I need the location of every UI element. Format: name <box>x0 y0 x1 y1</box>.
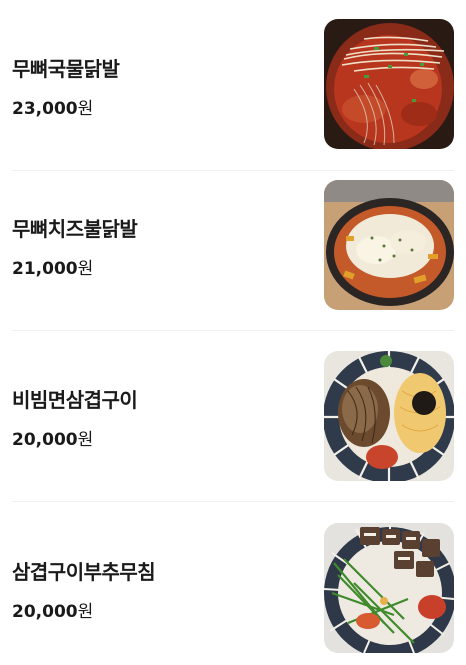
price-amount: 21,000 <box>12 259 78 279</box>
price-amount: 20,000 <box>12 601 78 622</box>
bibim-noodles-pork-photo <box>324 351 454 481</box>
price-amount: 20,000 <box>12 430 78 450</box>
menu-item-price: 21,000원 <box>12 254 137 279</box>
menu-item[interactable]: 삼겹구이부추무침 20,000원 <box>12 502 454 665</box>
menu-item-info: 비빔면삼겹구이 20,000원 <box>12 382 138 450</box>
menu-item-photo[interactable] <box>324 522 454 653</box>
price-amount: 23,000 <box>12 99 78 119</box>
menu-item[interactable]: 비빔면삼겹구이 20,000원 <box>12 331 454 502</box>
menu-item-info: 무뼈국물닭발 23,000원 <box>12 51 120 119</box>
price-unit: 원 <box>77 430 94 450</box>
pork-belly-chive-photo <box>324 522 454 653</box>
menu-item-name: 비빔면삼겹구이 <box>12 388 138 412</box>
price-unit: 원 <box>77 259 94 279</box>
menu-item-price: 20,000원 <box>12 425 137 450</box>
menu-item-photo[interactable] <box>324 180 454 310</box>
menu-item-price: 20,000원 <box>12 597 155 622</box>
menu-item-info: 무뼈치즈불닭발 21,000원 <box>12 211 138 279</box>
menu-item-price: 23,000원 <box>12 94 119 119</box>
menu-item-name: 삼겹구이부추무침 <box>12 559 156 584</box>
menu-item-name: 무뼈국물닭발 <box>12 57 120 81</box>
menu-item-info: 삼겹구이부추무침 20,000원 <box>12 554 156 622</box>
menu-item[interactable]: 무뼈치즈불닭발 21,000원 <box>12 160 454 331</box>
menu-item-photo[interactable] <box>324 351 454 481</box>
price-unit: 원 <box>77 601 94 622</box>
menu-item[interactable]: 무뼈국물닭발 23,000원 <box>12 0 454 171</box>
cheese-chicken-feet-photo <box>324 180 454 310</box>
menu-list: 무뼈국물닭발 23,000원 무뼈치즈불닭발 21,000원 비빔면삼겹구이 2… <box>0 0 466 665</box>
menu-item-name: 무뼈치즈불닭발 <box>12 217 138 241</box>
spicy-soup-photo <box>324 19 454 149</box>
price-unit: 원 <box>77 99 94 119</box>
menu-item-photo[interactable] <box>324 19 454 149</box>
